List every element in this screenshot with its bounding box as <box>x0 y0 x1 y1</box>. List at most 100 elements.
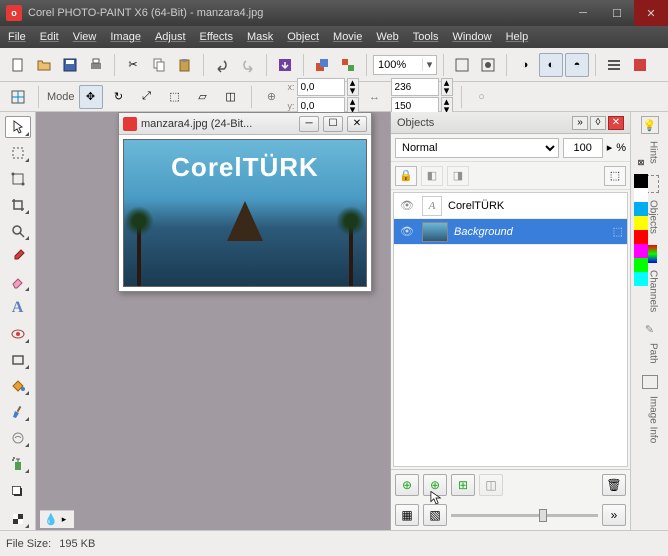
undo-button[interactable] <box>210 53 234 77</box>
hint-icon[interactable]: 💡 <box>641 116 659 134</box>
size-w-input[interactable] <box>391 78 439 96</box>
mode-perspective-button[interactable]: ◫ <box>219 85 243 109</box>
objects-header[interactable]: Objects » ◊ ✕ <box>391 112 630 134</box>
mode-normal-button[interactable]: ✥ <box>79 85 103 109</box>
transparency-tool[interactable] <box>5 508 31 530</box>
menu-adjust[interactable]: Adjust <box>155 31 186 43</box>
minimize-button[interactable]: ─ <box>566 0 600 26</box>
color-swatch[interactable] <box>634 258 648 272</box>
eyedropper-tool[interactable] <box>5 246 31 268</box>
fullscreen-button[interactable] <box>450 53 474 77</box>
new-lens-button[interactable]: ⊕ <box>423 474 447 496</box>
clip-group-button[interactable]: ◨ <box>447 166 469 186</box>
thumbnail-slider[interactable] <box>451 504 598 526</box>
fill-status-icon[interactable]: ▸ <box>62 514 67 525</box>
mode-rotate-button[interactable]: ↻ <box>107 85 131 109</box>
lock-transparency-button[interactable]: 🔒 <box>395 166 417 186</box>
menu-tools[interactable]: Tools <box>413 31 439 43</box>
maskinvert-button[interactable]: ◐ <box>539 53 563 77</box>
blend-mode-select[interactable]: Normal <box>395 138 559 158</box>
color-palette[interactable]: ⊠ <box>634 158 648 286</box>
pos-x-input[interactable] <box>297 78 345 96</box>
save-button[interactable] <box>58 53 82 77</box>
clip-mask-button[interactable]: ◧ <box>421 166 443 186</box>
text-tool[interactable]: A <box>5 297 31 319</box>
doc-maximize-button[interactable]: ☐ <box>323 116 343 132</box>
new-group-button[interactable]: ⊞ <box>451 474 475 496</box>
mask-rect-tool[interactable] <box>5 142 31 164</box>
doc-close-button[interactable]: ✕ <box>347 116 367 132</box>
eraser-tool[interactable] <box>5 272 31 294</box>
mode-skew-button[interactable]: ⬚ <box>163 85 187 109</box>
maskclear-button[interactable]: ◓ <box>565 53 589 77</box>
objects-list[interactable]: 👁 A CorelTÜRK 👁 Background ⬚ <box>393 192 628 467</box>
zoom-tool[interactable] <box>5 220 31 242</box>
size-w-spinner[interactable]: ▴▾ <box>441 78 453 96</box>
color-swatch[interactable] <box>634 174 648 188</box>
redo-button[interactable] <box>236 53 260 77</box>
maximize-button[interactable]: ☐ <box>600 0 634 26</box>
color-swatch[interactable] <box>634 244 648 258</box>
mask-transform-tool[interactable] <box>5 168 31 190</box>
image-sprayer-tool[interactable] <box>5 453 31 475</box>
launch-button[interactable] <box>336 53 360 77</box>
doc-minimize-button[interactable]: ─ <box>299 116 319 132</box>
maskvis-button[interactable] <box>476 53 500 77</box>
maskoverlay-button[interactable]: ◑ <box>513 53 537 77</box>
path-tab-icon[interactable]: ✎ <box>645 323 654 336</box>
color-swatch[interactable] <box>634 188 648 202</box>
eyedropper-status-icon[interactable]: 💧 <box>44 513 58 526</box>
new-button[interactable] <box>6 53 30 77</box>
color-swatch[interactable] <box>634 202 648 216</box>
paste-button[interactable] <box>173 53 197 77</box>
menu-image[interactable]: Image <box>110 31 141 43</box>
object-item-text[interactable]: 👁 A CorelTÜRK <box>394 193 627 219</box>
tab-imageinfo[interactable]: Image Info <box>640 391 660 448</box>
paint-tool[interactable] <box>5 401 31 423</box>
import-button[interactable] <box>273 53 297 77</box>
menu-effects[interactable]: Effects <box>200 31 233 43</box>
combine-button[interactable]: ◫ <box>479 474 503 496</box>
color-swatch[interactable] <box>634 216 648 230</box>
panel-undock-button[interactable]: ◊ <box>590 116 606 130</box>
menu-file[interactable]: File <box>8 31 26 43</box>
object-options-button[interactable]: ⬚ <box>604 166 626 186</box>
dropshadow-tool[interactable] <box>3 479 33 504</box>
pos-x-spinner[interactable]: ▴▾ <box>347 78 359 96</box>
opacity-input[interactable] <box>563 138 603 158</box>
menu-edit[interactable]: Edit <box>40 31 59 43</box>
zoom-combo[interactable]: ▾ <box>373 55 437 75</box>
panel-expand-button[interactable]: » <box>602 504 626 526</box>
canvas[interactable]: CorelTÜRK <box>123 139 367 287</box>
app-launcher-button[interactable] <box>628 53 652 77</box>
object-item-background[interactable]: 👁 Background ⬚ <box>394 219 627 245</box>
close-button[interactable]: ✕ <box>634 0 668 26</box>
imageinfo-tab-icon[interactable] <box>642 375 658 389</box>
menu-web[interactable]: Web <box>376 31 398 43</box>
cut-button[interactable]: ✂ <box>121 53 145 77</box>
delete-object-button[interactable]: 🗑 <box>602 474 626 496</box>
guides-button[interactable] <box>6 85 30 109</box>
menu-help[interactable]: Help <box>506 31 529 43</box>
doc-titlebar[interactable]: manzara4.jpg (24-Bit... ─ ☐ ✕ <box>119 113 371 135</box>
order-front-button[interactable]: ▦ <box>395 504 419 526</box>
effect-tool[interactable] <box>5 427 31 449</box>
menu-movie[interactable]: Movie <box>333 31 362 43</box>
crop-tool[interactable] <box>5 194 31 216</box>
redeye-tool[interactable] <box>5 323 31 345</box>
visibility-icon[interactable]: 👁 <box>398 223 416 241</box>
color-swatch[interactable] <box>634 272 648 286</box>
mode-scale-button[interactable]: ⤢ <box>135 85 159 109</box>
menu-object[interactable]: Object <box>287 31 319 43</box>
color-swatch[interactable] <box>634 230 648 244</box>
panel-close-button[interactable]: ✕ <box>608 116 624 130</box>
print-button[interactable] <box>84 53 108 77</box>
copy-button[interactable] <box>147 53 171 77</box>
menu-mask[interactable]: Mask <box>247 31 273 43</box>
pick-tool[interactable] <box>5 116 31 138</box>
visibility-icon[interactable]: 👁 <box>398 197 416 215</box>
options-button[interactable] <box>602 53 626 77</box>
menu-view[interactable]: View <box>73 31 97 43</box>
fill-tool[interactable] <box>5 375 31 397</box>
open-button[interactable] <box>32 53 56 77</box>
